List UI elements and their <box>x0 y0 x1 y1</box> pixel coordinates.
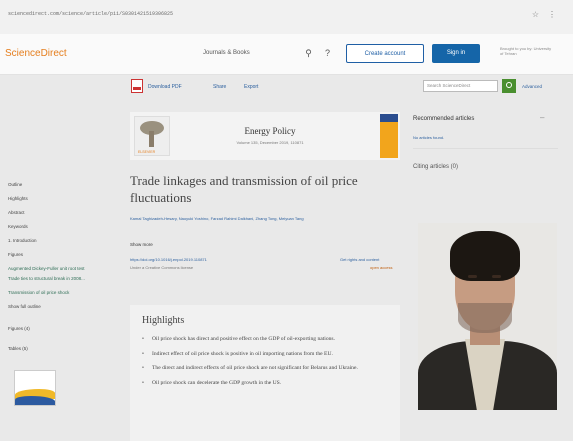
journal-banner: ELSEVIER Energy Policy Volume 135, Decem… <box>130 112 400 160</box>
open-access-badge: open access <box>370 265 393 270</box>
advanced-search-link[interactable]: Advanced <box>522 84 542 89</box>
highlight-item: Oil price shock has direct and positive … <box>142 335 392 344</box>
outline-item[interactable]: Figures <box>8 252 23 257</box>
journal-volume[interactable]: Volume 135, December 2019, 110871 <box>210 140 330 145</box>
highlight-item: Indirect effect of oil price shock is po… <box>142 350 392 359</box>
sciencedirect-logo[interactable]: ScienceDirect <box>5 48 67 59</box>
show-more-link[interactable]: Show more <box>130 242 153 247</box>
journal-title[interactable]: Energy Policy <box>220 126 320 136</box>
outline-item[interactable]: Keywords <box>8 224 28 229</box>
pdf-icon[interactable] <box>131 79 143 93</box>
outline-item[interactable]: Trade ties to structural break in 2008..… <box>8 276 85 281</box>
license-text: Under a Creative Commons license <box>130 265 194 270</box>
search-icon[interactable]: ⚲ <box>303 48 314 59</box>
no-articles-text: No articles found. <box>413 135 445 140</box>
screenshot-frame: sciencedirect.com/science/article/pii/S0… <box>0 0 573 441</box>
create-account-button[interactable]: Create account <box>346 44 424 63</box>
highlights-section: Highlights Oil price shock has direct an… <box>130 305 400 441</box>
elsevier-logo[interactable]: ELSEVIER <box>134 116 170 156</box>
recommended-articles-heading[interactable]: Recommended articles <box>413 116 474 122</box>
share-button[interactable]: Share <box>213 84 226 90</box>
url-text[interactable]: sciencedirect.com/science/article/pii/S0… <box>8 11 173 17</box>
download-pdf-link[interactable]: Download PDF <box>148 84 182 90</box>
institution-label: Brought to you by: University of Tehran <box>500 46 552 56</box>
outline-item[interactable]: 1. Introduction <box>8 238 37 243</box>
search-input[interactable]: Search ScienceDirect <box>423 80 498 92</box>
site-header: ScienceDirect Journals & Books ⚲ ? Creat… <box>0 34 573 75</box>
citing-articles-heading[interactable]: Citing articles (0) <box>413 164 458 170</box>
highlight-item: The direct and indirect effects of oil p… <box>142 364 392 373</box>
journals-books-link[interactable]: Journals & Books <box>203 50 250 56</box>
search-submit-icon[interactable] <box>502 79 516 93</box>
author-list[interactable]: Kamal Taghizadeh-Hesary, Naoyuki Yoshino… <box>130 216 395 222</box>
divider <box>413 148 558 149</box>
figure-thumbnail[interactable] <box>14 370 56 406</box>
doi-link[interactable]: https://doi.org/10.1016/j.enpol.2019.110… <box>130 257 207 262</box>
outline-item[interactable]: Outline <box>8 182 22 187</box>
show-full-outline-link[interactable]: Show full outline <box>8 304 41 309</box>
outline-item[interactable]: Augmented Dickey-Fuller unit root test <box>8 266 85 271</box>
browser-menu-icon[interactable]: ☆⋮ <box>532 10 565 19</box>
get-rights-link[interactable]: Get rights and content <box>340 257 379 262</box>
browser-address-bar: sciencedirect.com/science/article/pii/S0… <box>0 0 573 35</box>
author-portrait-photo <box>418 223 557 410</box>
highlights-list: Oil price shock has direct and positive … <box>142 335 392 393</box>
sign-in-button[interactable]: Sign in <box>432 44 480 63</box>
highlights-heading: Highlights <box>142 315 185 326</box>
outline-item[interactable]: Highlights <box>8 196 28 201</box>
journal-cover-image[interactable] <box>380 114 398 158</box>
tables-heading[interactable]: Tables (5) <box>8 346 28 351</box>
collapse-icon[interactable]: – <box>540 113 544 122</box>
article-title: Trade linkages and transmission of oil p… <box>130 173 358 205</box>
help-icon[interactable]: ? <box>322 48 333 59</box>
outline-item[interactable]: Transmission of oil price shock <box>8 290 69 295</box>
highlight-item: Oil price shock can decelerate the GDP g… <box>142 379 392 388</box>
outline-item[interactable]: Abstract <box>8 210 25 215</box>
figures-heading[interactable]: Figures (4) <box>8 326 30 331</box>
article-toolbar: Download PDF Share Export Search Science… <box>0 75 573 99</box>
export-button[interactable]: Export <box>244 84 258 90</box>
article-main: ELSEVIER Energy Policy Volume 135, Decem… <box>120 100 410 441</box>
